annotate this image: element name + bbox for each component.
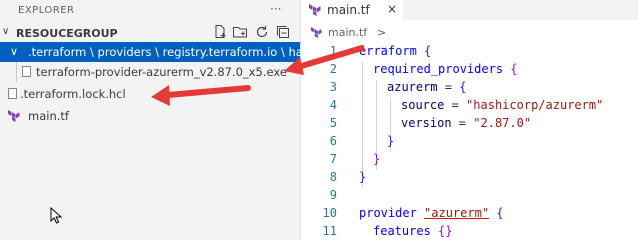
explorer-title: EXPLORER bbox=[18, 5, 75, 16]
close-icon[interactable]: × bbox=[387, 2, 397, 16]
folder-name: RESOUCEGROUP bbox=[16, 27, 118, 40]
more-actions-icon[interactable]: ··· bbox=[270, 2, 281, 16]
tree-item-label: .terraform.lock.hcl bbox=[20, 87, 126, 101]
chevron-down-icon[interactable]: ∨ bbox=[2, 26, 9, 37]
line-number: 9 bbox=[329, 188, 337, 202]
tab-label: main.tf bbox=[327, 3, 370, 17]
tree-item-label: terraform-provider-azurerm_v2.87.0_x5.ex… bbox=[36, 65, 287, 79]
file-icon bbox=[8, 88, 17, 99]
code-line-10: provider "azurerm" { bbox=[359, 206, 504, 220]
line-number: 10 bbox=[322, 206, 337, 220]
code-line-11: features {} bbox=[373, 224, 453, 238]
code-line-3: azurerm = { bbox=[387, 80, 467, 94]
line-number: 11 bbox=[322, 224, 337, 238]
refresh-icon[interactable] bbox=[254, 24, 270, 40]
line-number: 8 bbox=[329, 170, 337, 184]
line-number: 7 bbox=[329, 152, 337, 166]
file-icon bbox=[22, 66, 31, 77]
terraform-icon bbox=[8, 110, 20, 122]
new-folder-icon[interactable] bbox=[232, 24, 248, 40]
line-number: 4 bbox=[329, 98, 337, 112]
line-number: 6 bbox=[329, 134, 337, 148]
line-number: 5 bbox=[329, 116, 337, 130]
code-line-5: version = "2.87.0" bbox=[401, 116, 532, 130]
code-line-1: erraform { bbox=[359, 44, 432, 58]
annotation-arrow bbox=[151, 85, 251, 106]
annotation-arrow bbox=[284, 45, 364, 75]
code-line-7: } bbox=[373, 152, 381, 166]
code-line-8: } bbox=[359, 170, 367, 184]
tree-item-terraform-folder[interactable]: ∨ .terraform \ providers \ registry.terr… bbox=[0, 42, 330, 62]
code-line-4: source = "hashicorp/azurerm" bbox=[401, 98, 604, 112]
new-file-icon[interactable] bbox=[212, 24, 228, 40]
chevron-down-icon[interactable]: ∨ bbox=[10, 45, 18, 58]
tab-main-tf[interactable]: main.tf × bbox=[301, 0, 403, 20]
tree-item-label: main.tf bbox=[28, 109, 69, 123]
explorer-header: EXPLORER ··· bbox=[0, 0, 300, 20]
code-line-2: required_providers { bbox=[373, 62, 518, 76]
terraform-icon bbox=[311, 27, 322, 38]
editor-tab-bar: main.tf × bbox=[301, 0, 638, 20]
breadcrumb-file[interactable]: main.tf bbox=[328, 26, 367, 39]
collapse-all-icon[interactable] bbox=[275, 24, 291, 40]
mouse-cursor-icon bbox=[50, 207, 62, 224]
tree-item-main-tf[interactable]: main.tf bbox=[0, 106, 300, 126]
code-line-6: } bbox=[387, 134, 395, 148]
terraform-icon bbox=[309, 4, 321, 16]
line-number: 3 bbox=[329, 80, 337, 94]
explorer-panel: EXPLORER ··· ∨ RESOUCEGROUP ∨ .terraform… bbox=[0, 0, 330, 240]
